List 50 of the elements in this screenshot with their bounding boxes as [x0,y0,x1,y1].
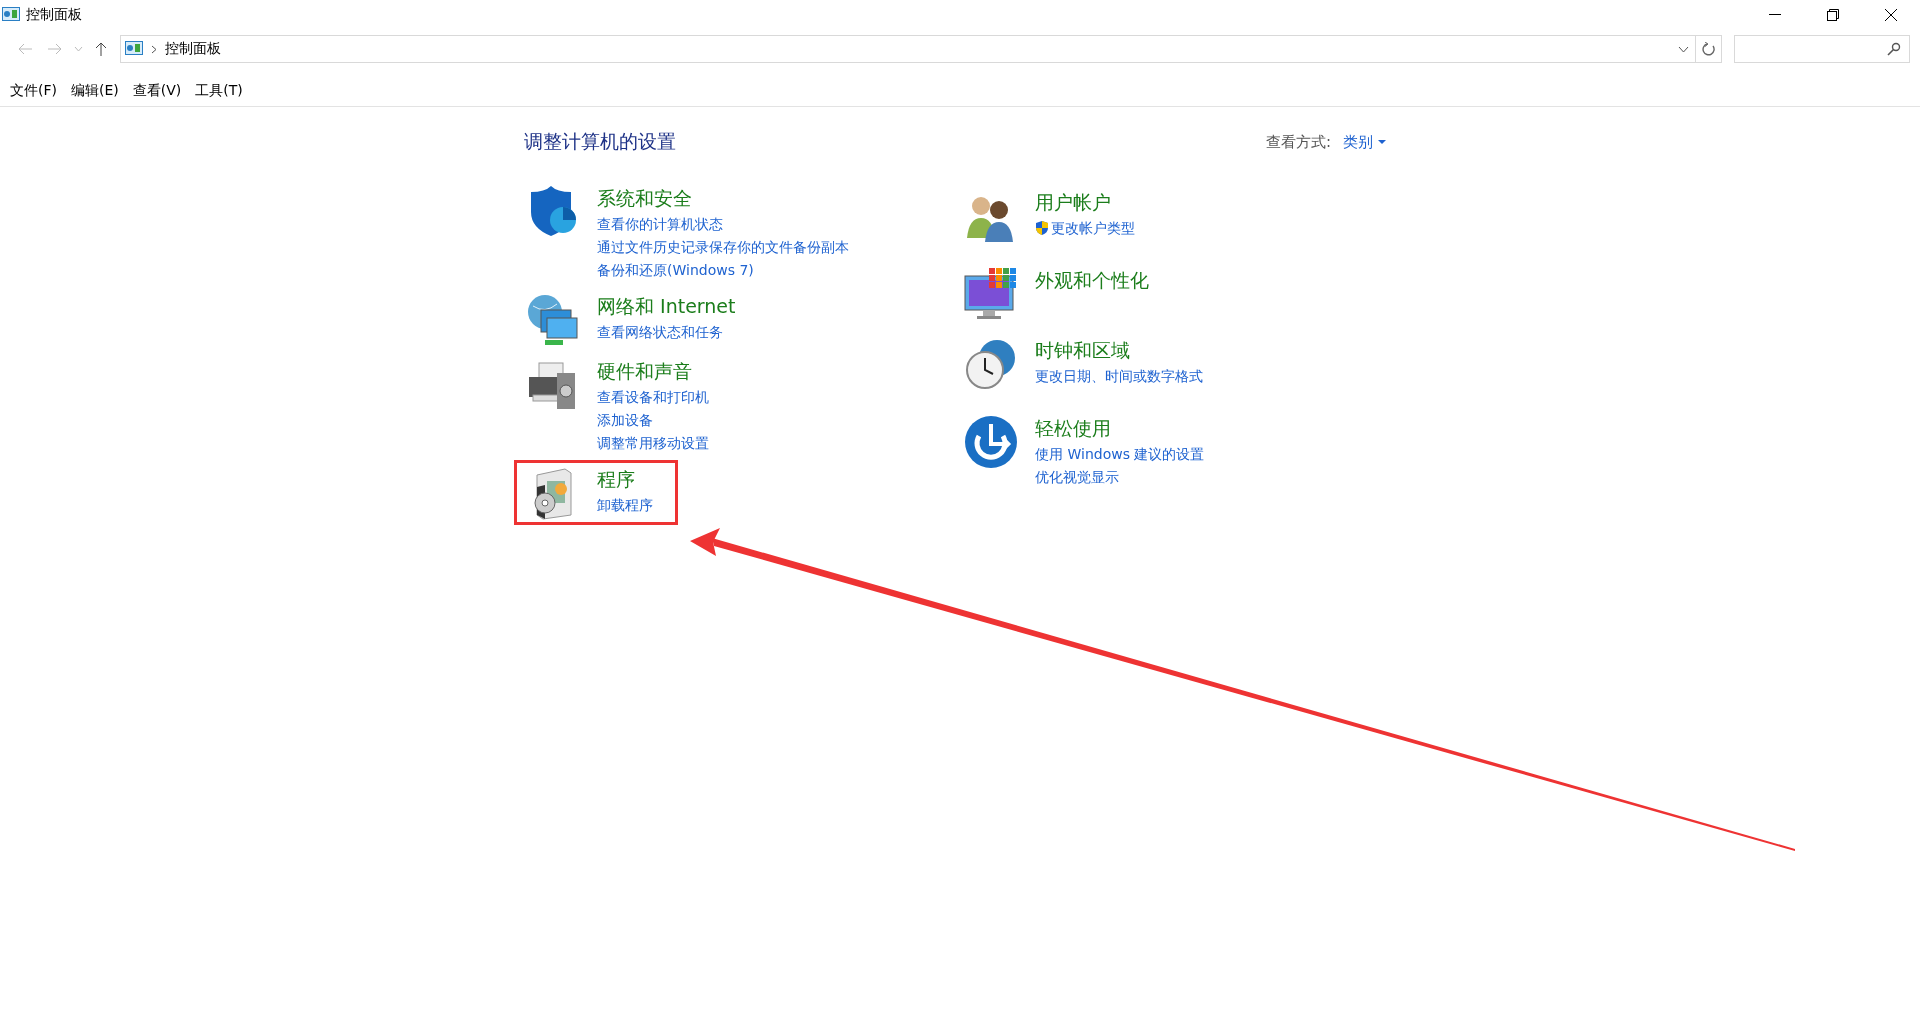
refresh-button[interactable] [1696,35,1722,63]
task-link[interactable]: 添加设备 [597,409,653,431]
restore-icon [1827,9,1839,21]
category-link[interactable]: 硬件和声音 [597,359,709,383]
menu-item[interactable]: 查看(V) [132,82,182,100]
chevron-icon [151,44,157,54]
category-link[interactable]: 外观和个性化 [1035,268,1149,292]
search-icon [1887,42,1901,56]
shield-icon [1035,220,1049,236]
view-by-dropdown[interactable]: 类别 [1343,132,1386,152]
chevron-down-icon [73,46,83,52]
category-link[interactable]: 用户帐户 [1035,190,1135,214]
task-link[interactable]: 调整常用移动设置 [597,432,709,454]
menu-item[interactable]: 编辑(E) [71,82,119,100]
category-link[interactable]: 程序 [597,467,653,491]
address-path: 控制面板 [165,40,221,58]
task-link[interactable]: 查看你的计算机状态 [597,213,723,235]
globe-monitor-icon [525,292,581,348]
caret-icon [1378,139,1386,145]
menu-item[interactable]: 工具(T) [195,82,243,100]
control-panel-icon [125,41,143,57]
forward-arrow-icon [47,43,63,55]
minimize-icon [1769,14,1781,16]
category-link[interactable]: 系统和安全 [597,186,849,210]
task-link[interactable]: 备份和还原(Windows 7) [597,259,754,281]
task-link[interactable]: 通过文件历史记录保存你的文件备份副本 [597,236,849,258]
category-link[interactable]: 时钟和区域 [1035,338,1203,362]
category-link[interactable]: 网络和 Internet [597,294,736,318]
accessibility-icon [963,414,1019,470]
monitor-icon [963,266,1019,322]
up-arrow-icon [95,41,107,57]
search-field[interactable] [1734,35,1910,63]
refresh-icon [1701,42,1716,56]
address-bar[interactable]: 控制面板 [120,35,1696,63]
task-link[interactable]: 优化视觉显示 [1035,466,1119,488]
task-link[interactable]: 卸载程序 [597,494,653,516]
task-link[interactable]: 更改日期、时间或数字格式 [1035,365,1203,387]
page-heading: 调整计算机的设置 [524,129,676,154]
task-link[interactable]: 更改帐户类型 [1051,217,1135,239]
task-link[interactable]: 使用 Windows 建议的设置 [1035,443,1205,465]
window-title: 控制面板 [26,6,82,24]
task-link[interactable]: 查看网络状态和任务 [597,321,723,343]
view-by-label: 查看方式: [1265,132,1331,152]
task-link[interactable]: 查看设备和打印机 [597,386,709,408]
menu-item[interactable]: 文件(F) [10,82,57,100]
category-link[interactable]: 轻松使用 [1035,416,1205,440]
close-icon [1884,8,1898,22]
dropdown-icon[interactable] [1678,45,1689,53]
control-panel-icon [2,7,20,23]
back-arrow-icon [17,43,33,55]
